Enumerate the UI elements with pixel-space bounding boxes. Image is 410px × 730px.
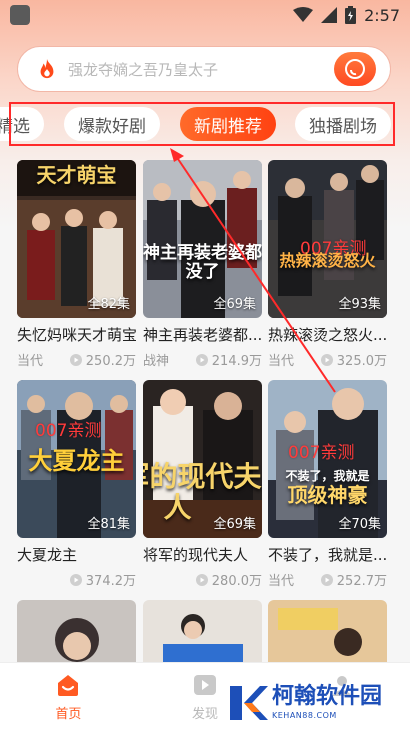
status-bar: 2:57 [0,0,410,30]
episode-count: 全69集 [213,517,256,532]
drama-poster[interactable]: 007亲测 热辣滚烫怒火 全93集 [268,160,387,318]
episode-count: 全70集 [338,517,381,532]
drama-card[interactable] [17,600,136,662]
search-icon [345,59,365,79]
play-square-icon [194,675,216,695]
drama-poster[interactable] [268,600,387,662]
episode-count: 全93集 [338,297,381,312]
drama-title[interactable]: 热辣滚烫之怒火... [268,324,387,345]
drama-card[interactable]: 007亲测 不装了，我就是 顶级神豪 全70集 不装了，我就是... 当代 25… [268,380,387,589]
genre-tag: 当代 [268,354,295,369]
drama-title[interactable]: 神主再装老婆都... [143,324,262,345]
drama-card[interactable]: 将军的现代夫人 全69集 将军的现代夫人 280.0万 [143,380,262,589]
battery-icon [345,6,357,24]
genre-tag: 当代 [268,574,295,589]
drama-poster[interactable]: 天才萌宝 全82集 [17,160,136,318]
genre-tag: 战神 [143,354,170,369]
nav-home[interactable]: 首页 [0,663,137,730]
view-count: 325.0万 [336,354,387,369]
watermark-text: 007亲测 [35,421,102,441]
drama-poster[interactable]: 007亲测 大夏龙主 全81集 [17,380,136,538]
episode-count: 全82集 [87,297,130,312]
drama-card[interactable]: 007亲测 热辣滚烫怒火 全93集 热辣滚烫之怒火... 当代 325.0万 [268,160,387,369]
view-count: 214.9万 [211,354,262,369]
brand-url: KEHAN88.COM [272,711,337,720]
poster-image [143,600,262,662]
fire-icon [40,58,54,79]
brand-logo-icon [230,686,268,720]
status-time: 2:57 [364,5,400,25]
view-count: 374.2万 [85,574,136,589]
play-icon [195,353,208,366]
play-icon [320,573,333,586]
drama-poster[interactable]: 007亲测 不装了，我就是 顶级神豪 全70集 [268,380,387,538]
search-bar[interactable]: 强龙夺嫡之吾乃皇太子 [17,46,391,92]
watermark-text: 007亲测 [288,443,355,463]
drama-title[interactable]: 不装了，我就是... [268,544,387,565]
drama-title[interactable]: 失忆妈咪天才萌宝 [17,324,136,345]
drama-card[interactable]: 神主再装老婆都没了 全69集 神主再装老婆都... 战神 214.9万 [143,160,262,369]
view-count: 250.2万 [85,354,136,369]
annotation-highlight-box [9,102,395,146]
drama-poster[interactable] [17,600,136,662]
search-button[interactable] [334,52,376,86]
wifi-icon [293,7,314,22]
poster-image [268,600,387,662]
play-icon [320,353,333,366]
brand-watermark: 柯翰软件园 KEHAN88.COM [226,678,396,728]
drama-card[interactable] [143,600,262,662]
drama-card[interactable]: 007亲测 大夏龙主 全81集 大夏龙主 374.2万 [17,380,136,589]
app-notification-icon [10,5,30,25]
play-icon [69,573,82,586]
play-icon [195,573,208,586]
poster-image [17,600,136,662]
drama-poster[interactable] [143,600,262,662]
episode-count: 全81集 [87,517,130,532]
signal-icon [321,7,338,23]
drama-poster[interactable]: 将军的现代夫人 全69集 [143,380,262,538]
drama-card[interactable] [268,600,387,662]
drama-title[interactable]: 将军的现代夫人 [143,544,262,565]
drama-card[interactable]: 天才萌宝 全82集 失忆妈咪天才萌宝 当代 250.2万 [17,160,136,369]
home-icon [58,675,79,696]
search-input[interactable]: 强龙夺嫡之吾乃皇太子 [68,59,218,80]
play-icon [69,353,82,366]
view-count: 252.7万 [336,574,387,589]
drama-title[interactable]: 大夏龙主 [17,544,136,565]
brand-name: 柯翰软件园 [272,684,383,709]
view-count: 280.0万 [211,574,262,589]
genre-tag: 当代 [17,354,44,369]
drama-poster[interactable]: 神主再装老婆都没了 全69集 [143,160,262,318]
episode-count: 全69集 [213,297,256,312]
